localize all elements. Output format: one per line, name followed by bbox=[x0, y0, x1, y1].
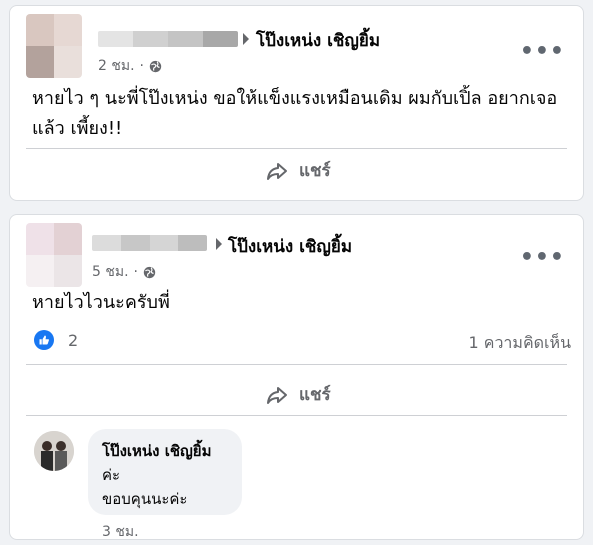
post-timestamp[interactable]: 2 ชม. · bbox=[98, 55, 162, 77]
share-label: แชร์ bbox=[299, 385, 331, 405]
share-label: แชร์ bbox=[299, 161, 331, 181]
more-options-icon[interactable]: ••• bbox=[520, 247, 565, 269]
author-avatar-blurred[interactable] bbox=[26, 14, 82, 78]
post-text-line: หายไวไวนะครับพี่ bbox=[32, 292, 170, 313]
timestamp-text[interactable]: 5 ชม. bbox=[92, 261, 129, 283]
post-text-line: หายไว ๆ นะพี่โป๊งเหน่ง ขอให้แข็งแรงเหมือ… bbox=[32, 88, 558, 109]
share-button[interactable]: แชร์ bbox=[265, 157, 331, 184]
more-options-icon[interactable]: ••• bbox=[520, 41, 565, 63]
share-arrow-icon bbox=[267, 386, 287, 404]
share-button[interactable]: แชร์ bbox=[265, 381, 331, 408]
post-card: โป๊งเหน่ง เชิญยิ้ม 5 ชม. · ••• หายไวไวนะ… bbox=[9, 214, 584, 540]
arrow-right-icon bbox=[216, 238, 222, 250]
comment-timestamp[interactable]: 3 ชม. bbox=[102, 521, 139, 543]
separator-dot: · bbox=[139, 58, 144, 74]
page-name-link[interactable]: โป๊งเหน่ง เชิญยิ้ม bbox=[256, 27, 380, 54]
post-text-line: แล้ว เพี้ยง!! bbox=[32, 118, 123, 139]
post-text: หายไว ๆ นะพี่โป๊งเหน่ง ขอให้แข็งแรงเหมือ… bbox=[32, 84, 557, 144]
post-card: โป๊งเหน่ง เชิญยิ้ม 2 ชม. · ••• หายไว ๆ น… bbox=[9, 5, 584, 201]
globe-icon bbox=[149, 60, 162, 72]
globe-icon bbox=[143, 266, 156, 278]
separator-dot: · bbox=[133, 264, 138, 280]
comment-bubble: โป๊งเหน่ง เชิญยิ้ม ค่ะ ขอบคุนนะค่ะ bbox=[88, 429, 242, 515]
post-timestamp[interactable]: 5 ชม. · bbox=[92, 261, 156, 283]
share-arrow-icon bbox=[267, 162, 287, 180]
reaction-count[interactable]: 2 bbox=[68, 331, 78, 350]
author-name-blurred[interactable] bbox=[92, 235, 207, 251]
like-icon bbox=[34, 330, 54, 350]
divider bbox=[26, 415, 567, 416]
page-name-link[interactable]: โป๊งเหน่ง เชิญยิ้ม bbox=[228, 233, 352, 260]
reaction-summary[interactable]: 2 bbox=[34, 330, 78, 350]
arrow-right-icon bbox=[243, 33, 249, 45]
comment-text-line: ค่ะ bbox=[102, 466, 121, 484]
timestamp-text[interactable]: 2 ชม. bbox=[98, 55, 135, 77]
comment-author[interactable]: โป๊งเหน่ง เชิญยิ้ม bbox=[102, 439, 228, 463]
author-name-blurred[interactable] bbox=[98, 31, 238, 47]
comment-text-line: ขอบคุนนะค่ะ bbox=[102, 490, 188, 508]
post-text: หายไวไวนะครับพี่ bbox=[32, 288, 170, 318]
divider bbox=[26, 148, 567, 149]
author-avatar-blurred[interactable] bbox=[26, 223, 82, 287]
divider bbox=[26, 364, 567, 365]
comment-count-link[interactable]: 1 ความคิดเห็น bbox=[468, 331, 571, 356]
commenter-avatar[interactable] bbox=[34, 431, 74, 471]
